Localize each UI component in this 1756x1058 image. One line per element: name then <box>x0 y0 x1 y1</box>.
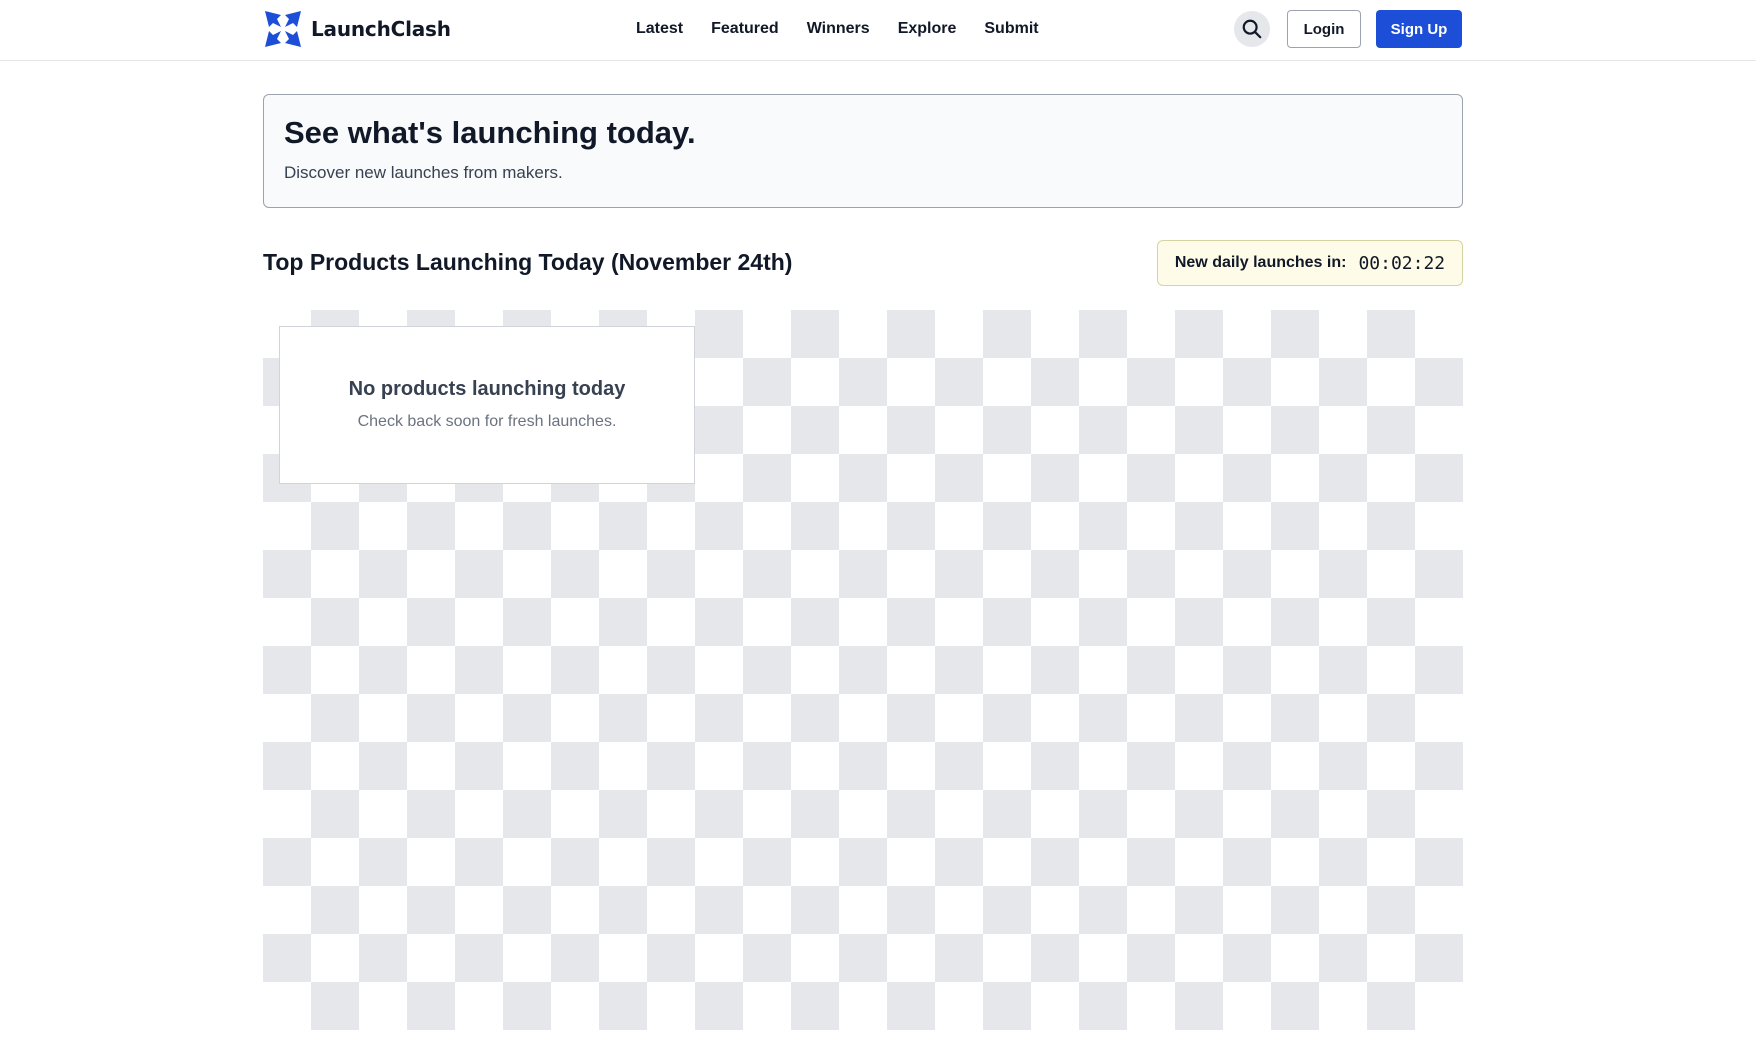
empty-state-subtitle: Check back soon for fresh launches. <box>357 413 617 430</box>
signup-button[interactable]: Sign Up <box>1376 10 1462 48</box>
brand-logo[interactable]: LaunchClash <box>263 9 451 49</box>
brand-name: LaunchClash <box>311 17 451 41</box>
site-header: LaunchClash Latest Featured Winners Expl… <box>0 0 1756 61</box>
countdown-time: 00:02:22 <box>1358 252 1446 274</box>
starburst-logo-icon <box>265 11 301 47</box>
search-button[interactable] <box>1234 11 1270 47</box>
hero-title: See what's launching today. <box>284 115 696 150</box>
section-title: Top Products Launching Today (November 2… <box>263 249 793 275</box>
main-nav: Latest Featured Winners Explore Submit <box>636 18 1039 40</box>
nav-winners[interactable]: Winners <box>807 18 870 40</box>
empty-state-title: No products launching today <box>348 378 626 400</box>
hero-banner: See what's launching today. Discover new… <box>263 94 1463 208</box>
nav-submit[interactable]: Submit <box>984 18 1038 40</box>
nav-featured[interactable]: Featured <box>711 18 779 40</box>
hero-subtitle: Discover new launches from makers. <box>284 163 563 182</box>
nav-explore[interactable]: Explore <box>898 18 957 40</box>
login-button[interactable]: Login <box>1287 10 1361 48</box>
search-icon <box>1242 19 1262 39</box>
empty-state-card: No products launching today Check back s… <box>279 326 695 484</box>
nav-latest[interactable]: Latest <box>636 18 683 40</box>
countdown-badge: New daily launches in: 00:02:22 <box>1157 240 1463 286</box>
countdown-label: New daily launches in: <box>1174 254 1347 271</box>
